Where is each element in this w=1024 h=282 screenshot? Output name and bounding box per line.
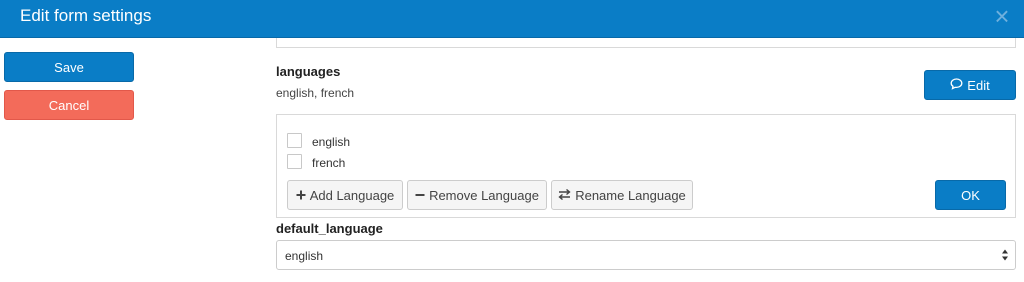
edit-languages-button[interactable]: Edit [924,70,1016,100]
languages-value: english, french [276,86,355,100]
remove-language-button[interactable]: Remove Language [407,180,547,210]
add-language-button[interactable]: Add Language [287,180,403,210]
checkbox-label-english: english [312,135,351,149]
languages-editor-panel: english french Add Language Remove Langu… [276,114,1016,218]
rename-language-label: Rename Language [575,187,686,203]
checkbox-french[interactable] [287,154,302,169]
ok-button[interactable]: OK [935,180,1006,210]
default-language-select[interactable]: english [276,240,1016,270]
close-icon[interactable]: × [990,3,1014,29]
modal-header: Edit form settings × [0,0,1024,38]
remove-language-label: Remove Language [429,187,539,203]
rename-language-button[interactable]: Rename Language [551,180,693,210]
default-language-label: default_language [276,221,383,236]
select-arrows-icon [1001,247,1009,263]
checkbox-label-french: french [312,156,346,170]
previous-field-box [276,38,1016,48]
default-language-selected: english [285,249,324,263]
plus-icon [296,188,306,203]
modal-title: Edit form settings [20,6,152,25]
languages-label: languages [276,64,341,79]
cancel-button[interactable]: Cancel [4,90,134,120]
checkbox-english[interactable] [287,133,302,148]
edit-label: Edit [967,77,990,93]
exchange-icon [558,188,571,203]
minus-icon [415,188,425,203]
save-button[interactable]: Save [4,52,134,82]
comment-icon [950,77,963,93]
add-language-label: Add Language [309,187,395,203]
